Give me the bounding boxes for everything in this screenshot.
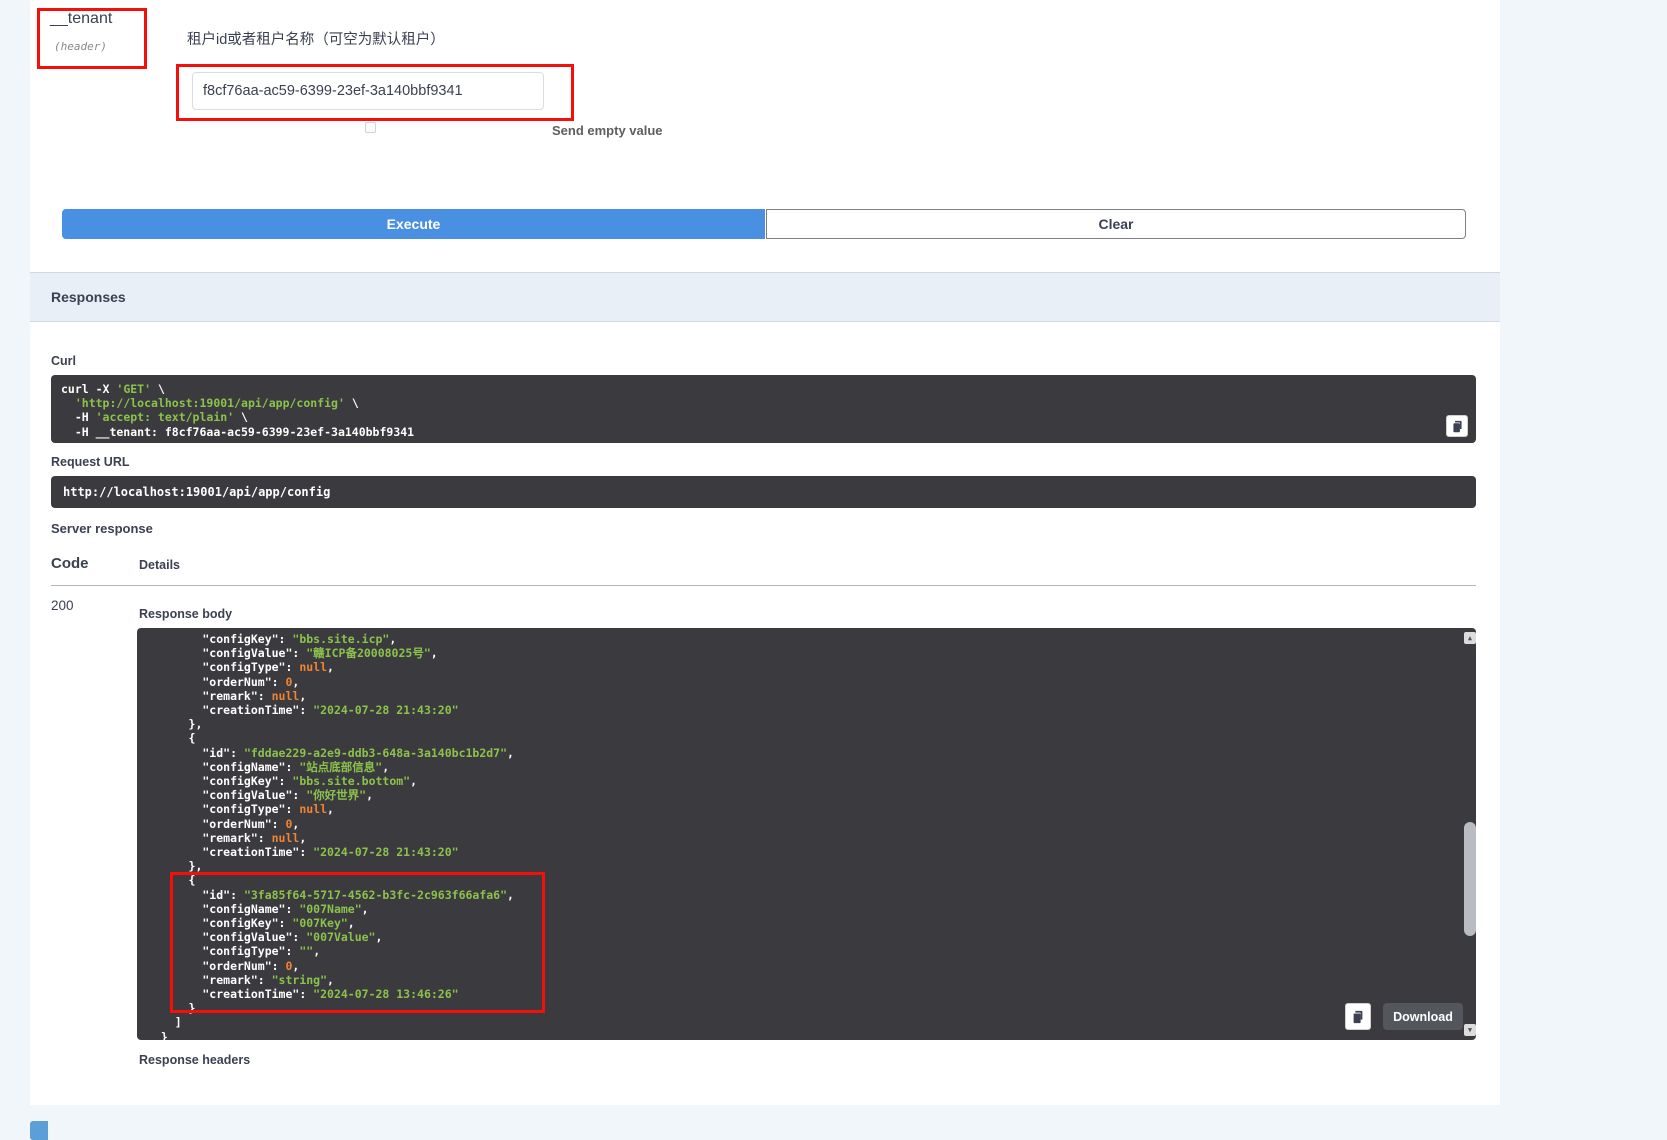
scrollbar-up-arrow[interactable]: ▲ bbox=[1464, 632, 1476, 644]
parameter-name: __tenant bbox=[50, 10, 112, 28]
code-line: "configKey": "007Key", bbox=[147, 916, 1476, 930]
code-line: "configValue": "你好世界", bbox=[147, 788, 1476, 802]
response-body-label: Response body bbox=[139, 607, 232, 621]
code-line: "configName": "站点底部信息", bbox=[147, 760, 1476, 774]
opblock-body: __tenant (header) 租户id或者租户名称（可空为默认租户） Se… bbox=[30, 0, 1500, 1105]
code-line: }, bbox=[147, 717, 1476, 731]
code-line: } bbox=[147, 1001, 1476, 1015]
code-line: 'http://localhost:19001/api/app/config' … bbox=[61, 396, 1466, 410]
code-line: "configValue": "赣ICP备20008025号", bbox=[147, 646, 1476, 660]
code-line: "configName": "007Name", bbox=[147, 902, 1476, 916]
code-line: } bbox=[147, 1030, 1476, 1040]
code-line: "remark": null, bbox=[147, 831, 1476, 845]
table-header-divider bbox=[51, 585, 1476, 586]
response-headers-label: Response headers bbox=[139, 1053, 250, 1067]
responses-title: Responses bbox=[51, 289, 126, 305]
request-url-block: http://localhost:19001/api/app/config bbox=[51, 476, 1476, 508]
parameter-location: (header) bbox=[54, 40, 107, 53]
code-line: "configType": null, bbox=[147, 802, 1476, 816]
code-line: "configKey": "bbs.site.icp", bbox=[147, 632, 1476, 646]
code-line: "creationTime": "2024-07-28 21:43:20" bbox=[147, 845, 1476, 859]
code-line: "orderNum": 0, bbox=[147, 959, 1476, 973]
clipboard-icon bbox=[1451, 420, 1464, 433]
curl-code-block: curl -X 'GET' \ 'http://localhost:19001/… bbox=[51, 375, 1476, 443]
download-button[interactable]: Download bbox=[1383, 1003, 1463, 1030]
send-empty-label: Send empty value bbox=[552, 123, 663, 138]
code-line: { bbox=[147, 873, 1476, 887]
response-body-block[interactable]: "configKey": "bbs.site.icp", "configValu… bbox=[137, 628, 1476, 1040]
execute-button[interactable]: Execute bbox=[62, 209, 765, 239]
responses-section-header: Responses bbox=[30, 272, 1500, 322]
code-line: curl -X 'GET' \ bbox=[61, 382, 1466, 396]
code-line: ] bbox=[147, 1015, 1476, 1029]
code-line: "id": "3fa85f64-5717-4562-b3fc-2c963f66a… bbox=[147, 888, 1476, 902]
code-line: "configKey": "bbs.site.bottom", bbox=[147, 774, 1476, 788]
code-line: "creationTime": "2024-07-28 21:43:20" bbox=[147, 703, 1476, 717]
curl-command: curl -X 'GET' \ 'http://localhost:19001/… bbox=[61, 382, 1466, 439]
code-line: "configType": "", bbox=[147, 944, 1476, 958]
request-url-label: Request URL bbox=[51, 455, 129, 469]
code-line: "orderNum": 0, bbox=[147, 675, 1476, 689]
code-line: -H 'accept: text/plain' \ bbox=[61, 410, 1466, 424]
tenant-input[interactable] bbox=[192, 72, 544, 110]
code-line: { bbox=[147, 731, 1476, 745]
next-opblock-edge bbox=[30, 1121, 48, 1140]
code-line: "orderNum": 0, bbox=[147, 817, 1476, 831]
scrollbar-thumb[interactable] bbox=[1464, 822, 1476, 936]
copy-response-button[interactable] bbox=[1345, 1003, 1371, 1030]
code-column-header: Code bbox=[51, 555, 89, 572]
copy-curl-button[interactable] bbox=[1446, 415, 1468, 437]
send-empty-checkbox[interactable] bbox=[365, 122, 376, 133]
code-line: "configType": null, bbox=[147, 660, 1476, 674]
scrollbar-down-arrow[interactable]: ▼ bbox=[1464, 1024, 1476, 1036]
code-line: "configValue": "007Value", bbox=[147, 930, 1476, 944]
code-line: -H __tenant: f8cf76aa-ac59-6399-23ef-3a1… bbox=[61, 425, 1466, 439]
code-line: "remark": null, bbox=[147, 689, 1476, 703]
response-body-json: "configKey": "bbs.site.icp", "configValu… bbox=[137, 628, 1476, 1040]
curl-label: Curl bbox=[51, 354, 76, 368]
code-line: "creationTime": "2024-07-28 13:46:26" bbox=[147, 987, 1476, 1001]
clipboard-icon bbox=[1351, 1010, 1365, 1024]
clear-button[interactable]: Clear bbox=[766, 209, 1466, 239]
parameter-description: 租户id或者租户名称（可空为默认租户） bbox=[187, 28, 445, 49]
status-code: 200 bbox=[51, 598, 74, 613]
request-url-value: http://localhost:19001/api/app/config bbox=[63, 485, 330, 499]
code-line: }, bbox=[147, 859, 1476, 873]
details-column-header: Details bbox=[139, 558, 180, 572]
code-line: "id": "fddae229-a2e9-ddb3-648a-3a140bc1b… bbox=[147, 746, 1476, 760]
code-line: "remark": "string", bbox=[147, 973, 1476, 987]
swagger-ui-page: __tenant (header) 租户id或者租户名称（可空为默认租户） Se… bbox=[0, 0, 1667, 1140]
server-response-label: Server response bbox=[51, 521, 153, 536]
